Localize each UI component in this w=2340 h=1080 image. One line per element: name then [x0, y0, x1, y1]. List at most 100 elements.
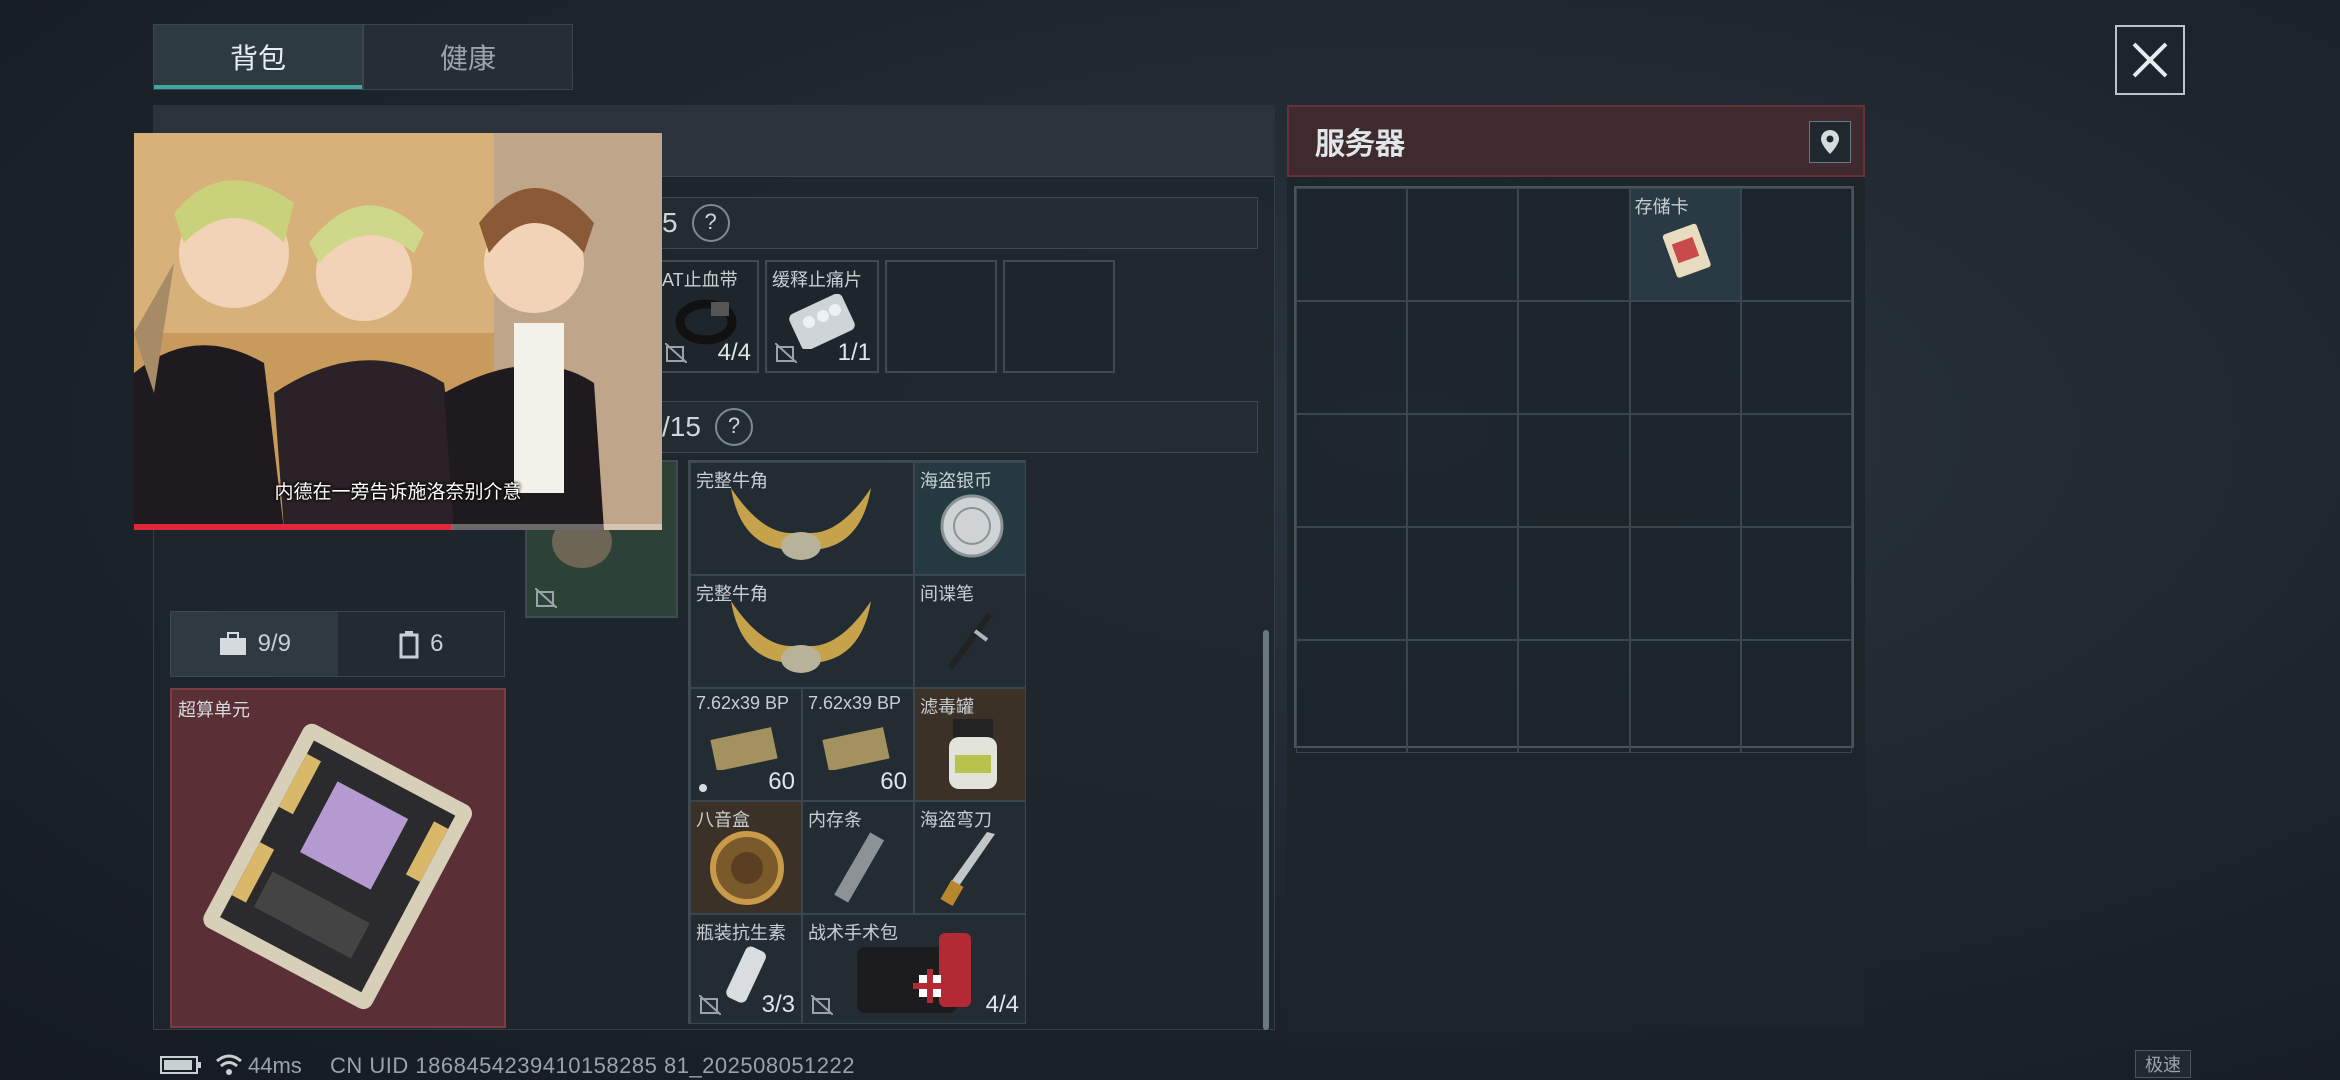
item-count: 60: [768, 768, 795, 795]
tab-equipment-capacity[interactable]: 9/9: [171, 612, 338, 676]
battery-icon: [160, 1056, 201, 1074]
item-music-box[interactable]: 八音盒: [690, 801, 802, 914]
item-label: 存储卡: [1634, 197, 1689, 217]
grid-cell[interactable]: [1296, 188, 1408, 301]
video-progress-track[interactable]: [134, 524, 662, 530]
slot-tourniquet[interactable]: AT止血带 4/4: [655, 260, 759, 373]
surgical-kit-icon: [857, 933, 971, 1013]
grid-cell[interactable]: [1740, 301, 1853, 414]
video-overlay[interactable]: 内德在一旁告诉施洛奈别介意: [134, 133, 662, 530]
uid-text: CN UID 1868454239410158285 81_2025080512…: [330, 1053, 856, 1078]
grid-cell[interactable]: [1740, 640, 1853, 753]
grid-cell[interactable]: [1407, 527, 1519, 640]
empty-slot[interactable]: [1003, 260, 1115, 373]
tab-container-capacity[interactable]: 6: [338, 612, 505, 676]
item-label: 7.62x39 BP: [696, 693, 790, 713]
item-filter-canister[interactable]: 滤毒罐: [914, 688, 1026, 801]
item-spy-pen[interactable]: 间谍笔: [914, 575, 1026, 688]
grid-cell[interactable]: [1296, 527, 1408, 640]
grid-cell[interactable]: [1518, 414, 1630, 527]
help-icon[interactable]: ?: [691, 204, 730, 242]
tab-label: 9/9: [257, 630, 291, 657]
grid-cell[interactable]: [1518, 527, 1630, 640]
grid-cell[interactable]: [1629, 527, 1741, 640]
video-progress-fill: [134, 524, 451, 530]
anime-frame-image: [134, 133, 662, 530]
tab-backpack[interactable]: 背包: [154, 25, 362, 89]
item-count: 60: [880, 768, 907, 795]
briefcase-icon: [219, 632, 246, 655]
item-label: 间谍笔: [920, 584, 974, 604]
no-drop-icon: [535, 588, 557, 608]
item-cutlass[interactable]: 海盗弯刀: [914, 801, 1026, 914]
item-silver-coin[interactable]: 海盗银币: [914, 462, 1026, 575]
no-drop-icon: [811, 995, 833, 1015]
slot-painkiller[interactable]: 缓释止痛片 1/1: [765, 260, 879, 373]
no-drop-icon: [665, 343, 687, 363]
capacity-tabs: 9/9 6: [170, 611, 505, 677]
item-ammo[interactable]: 7.62x39 BP 60: [802, 688, 914, 801]
canister-icon: [949, 719, 997, 789]
grid-cell[interactable]: [1740, 414, 1853, 527]
no-drop-icon: [699, 995, 721, 1015]
item-horn[interactable]: 完整牛角: [690, 462, 914, 575]
item-memory-stick[interactable]: 内存条: [802, 801, 914, 914]
wifi-icon: [216, 1054, 242, 1075]
ammo-box-icon: [822, 727, 890, 770]
dot-icon: [699, 784, 707, 792]
coin-icon: [940, 494, 1004, 558]
item-count: 3/3: [761, 991, 795, 1018]
item-label: AT止血带: [662, 270, 738, 290]
item-ammo[interactable]: 7.62x39 BP 60: [690, 688, 802, 801]
grid-cell[interactable]: [1407, 188, 1519, 301]
grid-cell[interactable]: [1407, 301, 1519, 414]
grid-cell[interactable]: [1407, 640, 1519, 753]
item-count: 4/4: [717, 339, 751, 366]
grid-cell[interactable]: [1518, 301, 1630, 414]
backpack-grid: 完整牛角 海盗银币 完整牛角 间谍笔 7.62x39 BP 60 7.62x39…: [688, 460, 1026, 1024]
memory-card-icon: [1662, 223, 1711, 278]
grid-cell[interactable]: [1296, 640, 1408, 753]
speed-badge[interactable]: 极速: [2135, 1050, 2191, 1078]
grid-cell[interactable]: [1407, 414, 1519, 527]
grid-cell[interactable]: [1518, 188, 1630, 301]
music-box-icon: [710, 831, 784, 905]
scrollbar[interactable]: [1263, 630, 1269, 1030]
grid-cell[interactable]: [1296, 414, 1408, 527]
item-label: 7.62x39 BP: [808, 693, 902, 713]
grid-cell[interactable]: [1518, 640, 1630, 753]
server-title: 服务器: [1315, 128, 1405, 161]
item-horn[interactable]: 完整牛角: [690, 575, 914, 688]
close-button[interactable]: [2115, 25, 2185, 95]
item-count: 1/1: [837, 339, 871, 366]
grid-cell[interactable]: [1629, 301, 1741, 414]
container-icon: [399, 631, 419, 659]
grid-cell[interactable]: [1629, 640, 1741, 753]
location-pin-icon: [1821, 130, 1839, 154]
close-icon: [2132, 42, 2168, 78]
tab-label: 6: [430, 630, 444, 657]
server-header: 服务器: [1287, 105, 1865, 177]
pen-icon: [947, 612, 993, 670]
horn-icon: [731, 488, 871, 560]
knife-icon: [940, 832, 995, 907]
item-storage-card[interactable]: 存储卡: [1629, 188, 1741, 301]
item-antibiotic[interactable]: 瓶装抗生素 3/3: [690, 914, 802, 1024]
help-icon[interactable]: ?: [714, 408, 753, 446]
horn-icon: [731, 601, 871, 673]
grid-cell[interactable]: [1740, 188, 1853, 301]
grid-cell[interactable]: [1296, 301, 1408, 414]
pocket-section-header: 5 ?: [655, 197, 1258, 249]
item-count: 4/4: [985, 991, 1019, 1018]
tab-health[interactable]: 健康: [362, 25, 572, 89]
empty-slot[interactable]: [885, 260, 997, 373]
item-surgical-kit[interactable]: 战术手术包 4/4: [802, 914, 1026, 1024]
grid-cell[interactable]: [1629, 414, 1741, 527]
backpack-capacity: /15: [662, 411, 701, 442]
item-supercomputer-unit[interactable]: 超算单元: [170, 688, 506, 1028]
video-subtitle: 内德在一旁告诉施洛奈别介意: [274, 482, 522, 503]
inventory-tabs: 背包 健康: [153, 24, 573, 90]
location-button[interactable]: [1809, 121, 1851, 163]
grid-cell[interactable]: [1740, 527, 1853, 640]
ram-icon: [834, 832, 885, 903]
